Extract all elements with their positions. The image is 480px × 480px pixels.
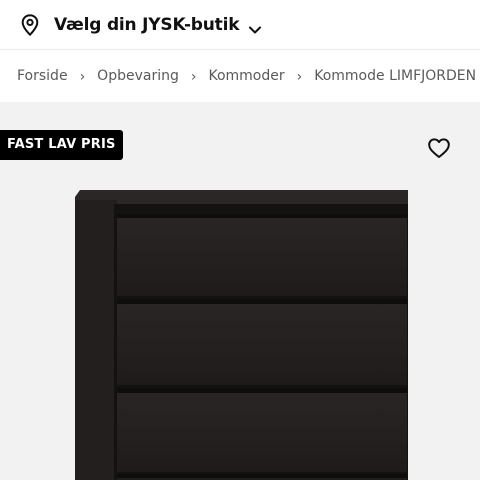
breadcrumb-current-page[interactable]: Kommode LIMFJORDEN 4	[314, 68, 480, 84]
breadcrumb-link-opbevaring[interactable]: Opbevaring	[97, 68, 179, 84]
breadcrumb-separator: ›	[79, 69, 86, 85]
breadcrumb-separator: ›	[296, 69, 303, 85]
store-selector[interactable]: Vælg din JYSK-butik	[0, 0, 480, 50]
heart-icon[interactable]	[427, 137, 451, 159]
store-selector-label: Vælg din JYSK-butik	[54, 14, 240, 35]
breadcrumb-link-forside[interactable]: Forside	[17, 68, 68, 84]
chevron-down-icon	[248, 20, 262, 33]
breadcrumb-link-kommoder[interactable]: Kommoder	[208, 68, 284, 84]
location-pin-icon	[19, 13, 41, 37]
fast-lav-pris-badge: FAST LAV PRIS	[0, 130, 123, 160]
breadcrumb: Forside › Opbevaring › Kommoder › Kommod…	[0, 51, 480, 101]
product-gallery[interactable]: FAST LAV PRIS	[0, 102, 480, 480]
breadcrumb-separator: ›	[190, 69, 197, 85]
